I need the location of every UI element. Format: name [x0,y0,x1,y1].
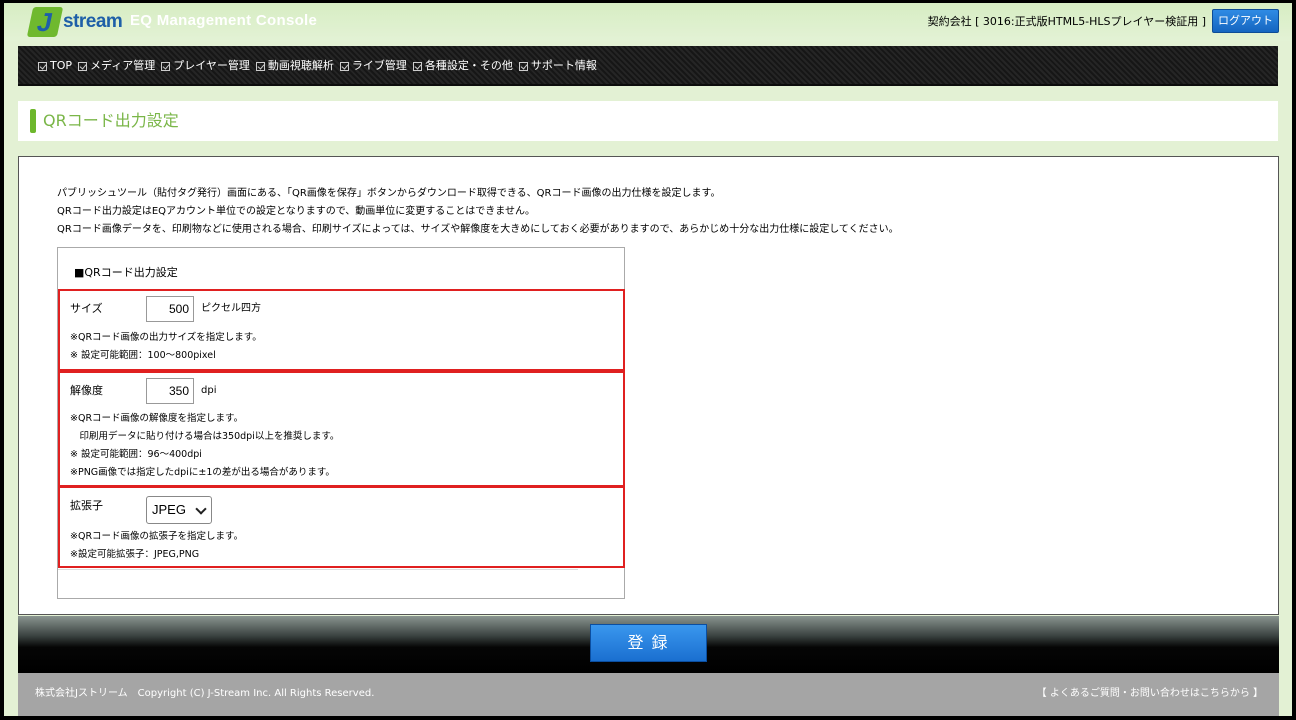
extension-setting-group: 拡張子 JPEG ※QRコード画像の拡張子を指定します。 ※設定可能拡張子：JP… [58,486,625,568]
dpi-input[interactable]: 350 [146,378,194,404]
nav-item-label: プレイヤー管理 [173,59,250,72]
checkbox-icon [412,61,422,71]
dpi-range-note: ※ 設定可能範囲：96～400dpi [70,449,202,460]
qr-settings-box: ■QRコード出力設定 サイズ 500 ピクセル四方 ※QRコード画像の出力サイズ… [57,247,625,599]
nav-item-label: TOP [50,59,73,72]
nav-item-top[interactable]: TOP [38,59,72,73]
dpi-unit: dpi [201,385,217,396]
app-title: EQ Management Console [130,12,318,29]
size-label: サイズ [70,302,103,315]
dpi-note: ※QRコード画像の解像度を指定します。 [70,413,244,424]
extension-allowed-note: ※設定可能拡張子：JPEG,PNG [70,549,200,560]
header: J stream EQ Management Console 契約会社 [ 30… [4,3,1292,41]
page-title: QRコード出力設定 [43,111,179,130]
nav-item-media[interactable]: メディア管理 [78,59,155,73]
size-note: ※QRコード画像の出力サイズを指定します。 [70,332,262,343]
extension-label: 拡張子 [70,499,103,512]
contract-info: 契約会社 [ 3016:正式版HTML5-HLSプレイヤー検証用 ] [927,15,1206,28]
divider [58,569,578,570]
size-range-note: ※ 設定可能範囲：100～800pixel [70,350,216,361]
logo-mark: J [26,7,64,37]
extension-note: ※QRコード画像の拡張子を指定します。 [70,531,244,542]
size-input[interactable]: 500 [146,296,194,322]
dpi-setting-group: 解像度 350 dpi ※QRコード画像の解像度を指定します。 印刷用データに貼… [58,371,625,487]
checkbox-icon [78,61,88,71]
nav-item-analytics[interactable]: 動画視聴解析 [255,59,334,73]
description-line: QRコード画像データを、印刷物などに使用される場合、印刷サイズによっては、サイズ… [57,224,899,235]
checkbox-icon [38,61,47,71]
description-line: QRコード出力設定はEQアカウント単位での設定となりますので、動画単位に変更する… [57,206,536,217]
app-frame: J stream EQ Management Console 契約会社 [ 30… [4,3,1292,716]
nav-item-settings[interactable]: 各種設定・その他 [412,59,513,73]
nav-item-live[interactable]: ライブ管理 [339,59,407,73]
nav-item-player[interactable]: プレイヤー管理 [161,59,250,73]
checkbox-icon [518,61,528,71]
copyright-text: 株式会社Jストリーム Copyright (C) J-Stream Inc. A… [35,688,375,699]
nav-item-label: サポート情報 [530,59,597,72]
settings-box-title: ■QRコード出力設定 [74,266,178,279]
checkbox-icon [255,61,265,71]
footer: 株式会社Jストリーム Copyright (C) J-Stream Inc. A… [18,673,1279,716]
dpi-label: 解像度 [70,384,103,397]
page-title-bar: QRコード出力設定 [18,101,1278,141]
dpi-png-note: ※PNG画像では指定したdpiに±1の差が出る場合があります。 [70,467,335,478]
description: パブリッシュツール（貼付タグ発行）画面にある、「QR画像を保存」ボタンからダウン… [57,185,899,239]
faq-contact-link[interactable]: 【 よくあるご質問・お問い合わせはこちらから 】 [1037,687,1263,701]
checkbox-icon [161,61,171,71]
logo-text: stream [63,11,123,32]
nav-item-label: ライブ管理 [351,59,407,72]
nav-item-support[interactable]: サポート情報 [518,59,597,73]
dpi-recommend-note: 印刷用データに貼り付ける場合は350dpi以上を推奨します。 [70,431,340,442]
extension-selected-value: JPEG [152,502,186,517]
checkbox-icon [339,61,349,71]
title-accent-bar [30,109,36,133]
logout-button[interactable]: ログアウト [1212,9,1279,33]
main-nav: TOP メディア管理 プレイヤー管理 動画視聴解析 ライブ管理 各種設定・その他… [18,46,1278,86]
extension-select[interactable]: JPEG [146,496,212,524]
size-unit: ピクセル四方 [201,303,261,314]
nav-item-label: 動画視聴解析 [267,59,334,72]
register-button[interactable]: 登録 [590,624,707,662]
description-line: パブリッシュツール（貼付タグ発行）画面にある、「QR画像を保存」ボタンからダウン… [57,188,721,199]
action-bar: 登録 [18,616,1279,673]
size-setting-group: サイズ 500 ピクセル四方 ※QRコード画像の出力サイズを指定します。 ※ 設… [58,289,625,371]
main-panel: パブリッシュツール（貼付タグ発行）画面にある、「QR画像を保存」ボタンからダウン… [18,156,1279,615]
nav-item-label: 各種設定・その他 [424,59,513,72]
nav-item-label: メディア管理 [90,59,156,72]
chevron-down-icon [195,503,207,515]
jstream-logo[interactable]: J stream [26,7,123,37]
